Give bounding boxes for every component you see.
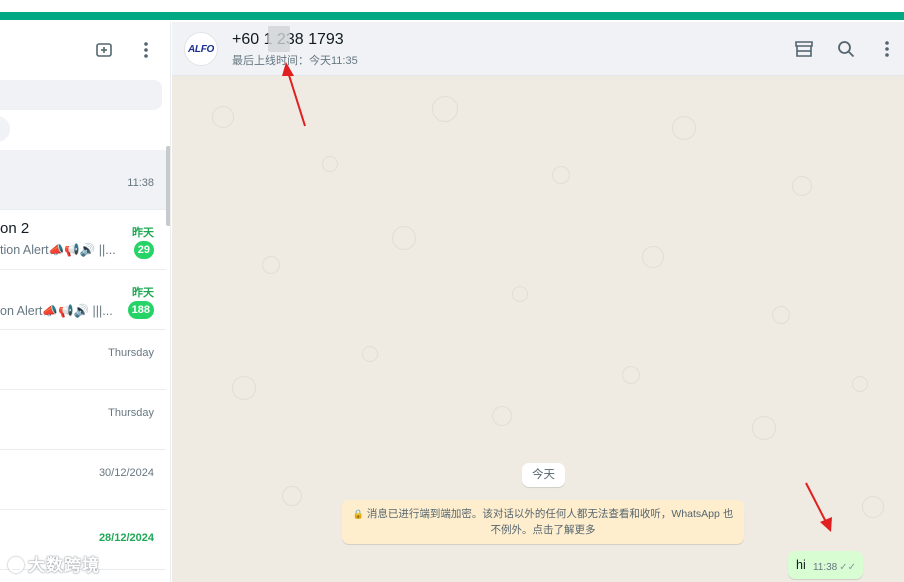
background-doodle <box>772 306 790 324</box>
chat-list-item[interactable]: on 2 tion Alert📣📢🔊 ||... 昨天 29 <box>0 210 166 270</box>
encryption-notice-line1: 🔒 消息已进行端到端加密。该对话以外的任何人都无法查看和收听，WhatsApp 也 <box>342 506 744 522</box>
chat-list-item[interactable]: 30/12/2024 <box>0 450 166 510</box>
watermark: 大数跨境 <box>8 551 100 576</box>
filter-chip[interactable] <box>0 116 10 142</box>
background-doodle <box>282 486 302 506</box>
background-doodle <box>262 256 280 274</box>
chat-preview: on Alert📣📢🔊 |||... <box>0 304 113 318</box>
background-doodle <box>432 96 458 122</box>
background-doodle <box>552 166 570 184</box>
background-doodle <box>792 176 812 196</box>
message-text: hi <box>796 558 806 572</box>
background-doodle <box>392 226 416 250</box>
background-doodle <box>642 246 664 268</box>
red-arrow-annotation <box>805 482 832 532</box>
outgoing-message[interactable]: hi 11:38 ✓✓ <box>788 551 863 579</box>
background-doodle <box>212 106 234 128</box>
chat-list: 11:38 on 2 tion Alert📣📢🔊 ||... 昨天 29 on … <box>0 150 170 570</box>
lock-icon: 🔒 <box>352 509 364 519</box>
avatar[interactable]: ALFO <box>184 32 218 66</box>
chat-time: 昨天 <box>132 287 154 299</box>
red-arrow-annotation <box>282 62 306 127</box>
message-meta: 11:38 ✓✓ <box>813 562 856 573</box>
background-doodle <box>752 416 776 440</box>
chat-name: on 2 <box>0 220 30 237</box>
sidebar-header <box>0 22 170 76</box>
message-time: 11:38 <box>812 562 838 573</box>
encryption-text-2: 不例外。点击了解更多 <box>490 524 596 536</box>
search-input[interactable] <box>0 80 162 110</box>
chat-time: 11:38 <box>127 177 154 189</box>
encryption-notice[interactable]: 🔒 消息已进行端到端加密。该对话以外的任何人都无法查看和收听，WhatsApp 也… <box>342 500 744 544</box>
encryption-text-1: 消息已进行端到端加密。该对话以外的任何人都无法查看和收听，WhatsApp 也 <box>366 508 734 520</box>
chat-time: 昨天 <box>132 227 154 239</box>
chat-time: Thursday <box>108 407 154 419</box>
chat-list-sidebar: 11:38 on 2 tion Alert📣📢🔊 ||... 昨天 29 on … <box>0 22 171 582</box>
chat-list-item[interactable]: Thursday <box>0 390 166 450</box>
date-separator: 今天 <box>522 463 565 487</box>
read-ticks-icon: ✓✓ <box>839 562 856 573</box>
chat-time: Thursday <box>108 347 154 359</box>
background-doodle <box>512 286 528 302</box>
redaction-block <box>268 26 290 52</box>
unread-badge: 29 <box>133 241 154 259</box>
unread-badge: 188 <box>127 301 154 319</box>
brand-stripe <box>0 12 904 20</box>
avatar-logo-text: ALFO <box>187 43 215 55</box>
background-doodle <box>492 406 512 426</box>
background-doodle <box>852 376 868 392</box>
watermark-logo-icon <box>8 557 24 573</box>
chat-time: 30/12/2024 <box>98 467 154 479</box>
conversation-background: 今天 🔒 消息已进行端到端加密。该对话以外的任何人都无法查看和收听，WhatsAp… <box>172 76 904 582</box>
app-top-bar <box>0 0 904 22</box>
chat-time: 28/12/2024 <box>98 532 154 544</box>
sidebar-scrollbar[interactable] <box>166 146 170 226</box>
background-doodle <box>322 156 338 172</box>
new-chat-icon[interactable] <box>92 38 116 62</box>
background-doodle <box>862 496 884 518</box>
menu-dots-icon[interactable] <box>134 38 158 62</box>
chat-list-item[interactable]: on Alert📣📢🔊 |||... 昨天 188 <box>0 270 166 330</box>
background-doodle <box>362 346 378 362</box>
catalog-icon[interactable] <box>793 38 815 60</box>
menu-dots-icon[interactable] <box>876 38 898 60</box>
background-doodle <box>672 116 696 140</box>
chat-list-item[interactable]: 11:38 <box>0 150 166 210</box>
background-doodle <box>622 366 640 384</box>
watermark-text: 大数跨境 <box>28 556 100 575</box>
search-icon[interactable] <box>835 38 857 60</box>
chat-preview: tion Alert📣📢🔊 ||... <box>0 243 116 257</box>
chat-list-item[interactable]: Thursday <box>0 330 166 390</box>
background-doodle <box>232 376 256 400</box>
